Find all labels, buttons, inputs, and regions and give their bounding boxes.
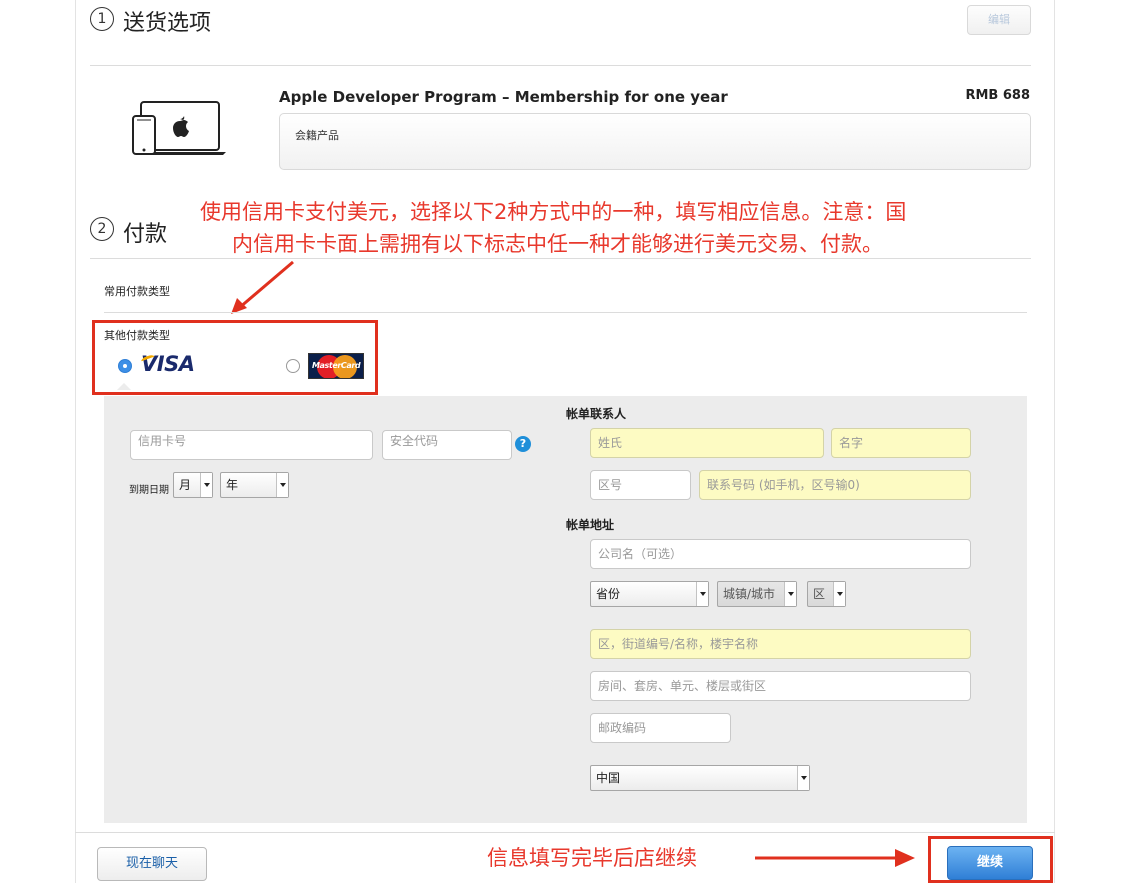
panel-pointer — [117, 383, 131, 390]
divider — [104, 312, 1027, 313]
province-select[interactable]: 省份 — [590, 581, 709, 607]
annotation-arrow-icon — [755, 849, 915, 867]
step-2-title: 付款 — [123, 222, 168, 247]
security-code-input[interactable]: 安全代码 — [382, 430, 512, 460]
chevron-down-icon — [696, 582, 708, 606]
visa-radio[interactable] — [118, 359, 132, 373]
step-1-number: 1 — [90, 7, 114, 31]
first-name-input[interactable]: 名字 — [831, 428, 971, 458]
annotation-line-2: 内信用卡卡面上需拥有以下标志中任一种才能够进行美元交易、付款。 — [232, 232, 883, 256]
chat-now-button[interactable]: 现在聊天 — [97, 847, 207, 881]
help-icon[interactable]: ? — [515, 436, 531, 452]
chevron-down-icon — [833, 582, 845, 606]
chevron-down-icon — [797, 766, 809, 790]
card-number-input[interactable]: 信用卡号 — [130, 430, 373, 460]
room-input[interactable]: 房间、套房、单元、楼层或街区 — [590, 671, 971, 701]
annotation-bottom: 信息填写完毕后店继续 — [487, 846, 697, 870]
product-note-box: 会籍产品 — [279, 113, 1031, 170]
chevron-down-icon — [276, 473, 288, 497]
product-note: 会籍产品 — [295, 129, 339, 142]
annotation-arrow-icon — [231, 260, 294, 314]
area-code-input[interactable]: 区号 — [590, 470, 691, 500]
country-select[interactable]: 中国 — [590, 765, 810, 791]
annotation-line-1: 使用信用卡支付美元，选择以下2种方式中的一种，填写相应信息。注意：国 — [200, 200, 907, 224]
step-2-number: 2 — [90, 217, 114, 241]
footer-divider — [75, 832, 1055, 833]
city-select[interactable]: 城镇/城市 — [717, 581, 797, 607]
chevron-down-icon — [784, 582, 796, 606]
mastercard-logo[interactable]: MasterCard — [308, 353, 364, 379]
chevron-down-icon — [200, 473, 212, 497]
billing-contact-label: 帐单联系人 — [566, 407, 627, 421]
billing-address-label: 帐单地址 — [566, 518, 615, 532]
product-price: RMB 688 — [965, 88, 1030, 103]
step-1-title: 送货选项 — [123, 11, 212, 36]
last-name-input[interactable]: 姓氏 — [590, 428, 824, 458]
devices-icon — [132, 101, 226, 155]
postcode-input[interactable]: 邮政编码 — [590, 713, 731, 743]
mastercard-radio[interactable] — [286, 359, 300, 373]
expiry-label: 到期日期 — [129, 485, 169, 496]
phone-input[interactable]: 联系号码 (如手机，区号输0) — [699, 470, 971, 500]
district-select[interactable]: 区 — [807, 581, 846, 607]
expiry-month-select[interactable]: 月 — [173, 472, 213, 498]
expiry-year-select[interactable]: 年 — [220, 472, 289, 498]
visa-logo[interactable]: VISA — [140, 352, 195, 376]
common-payment-label: 常用付款类型 — [104, 285, 170, 298]
continue-button[interactable]: 继续 — [947, 846, 1033, 880]
street-input[interactable]: 区，街道编号/名称，楼宇名称 — [590, 629, 971, 659]
product-name: Apple Developer Program – Membership for… — [279, 88, 728, 106]
other-payment-label: 其他付款类型 — [104, 329, 170, 342]
payment-form-panel — [104, 396, 1027, 823]
divider — [90, 65, 1031, 66]
company-input[interactable]: 公司名（可选） — [590, 539, 971, 569]
edit-button[interactable]: 编辑 — [967, 5, 1031, 35]
